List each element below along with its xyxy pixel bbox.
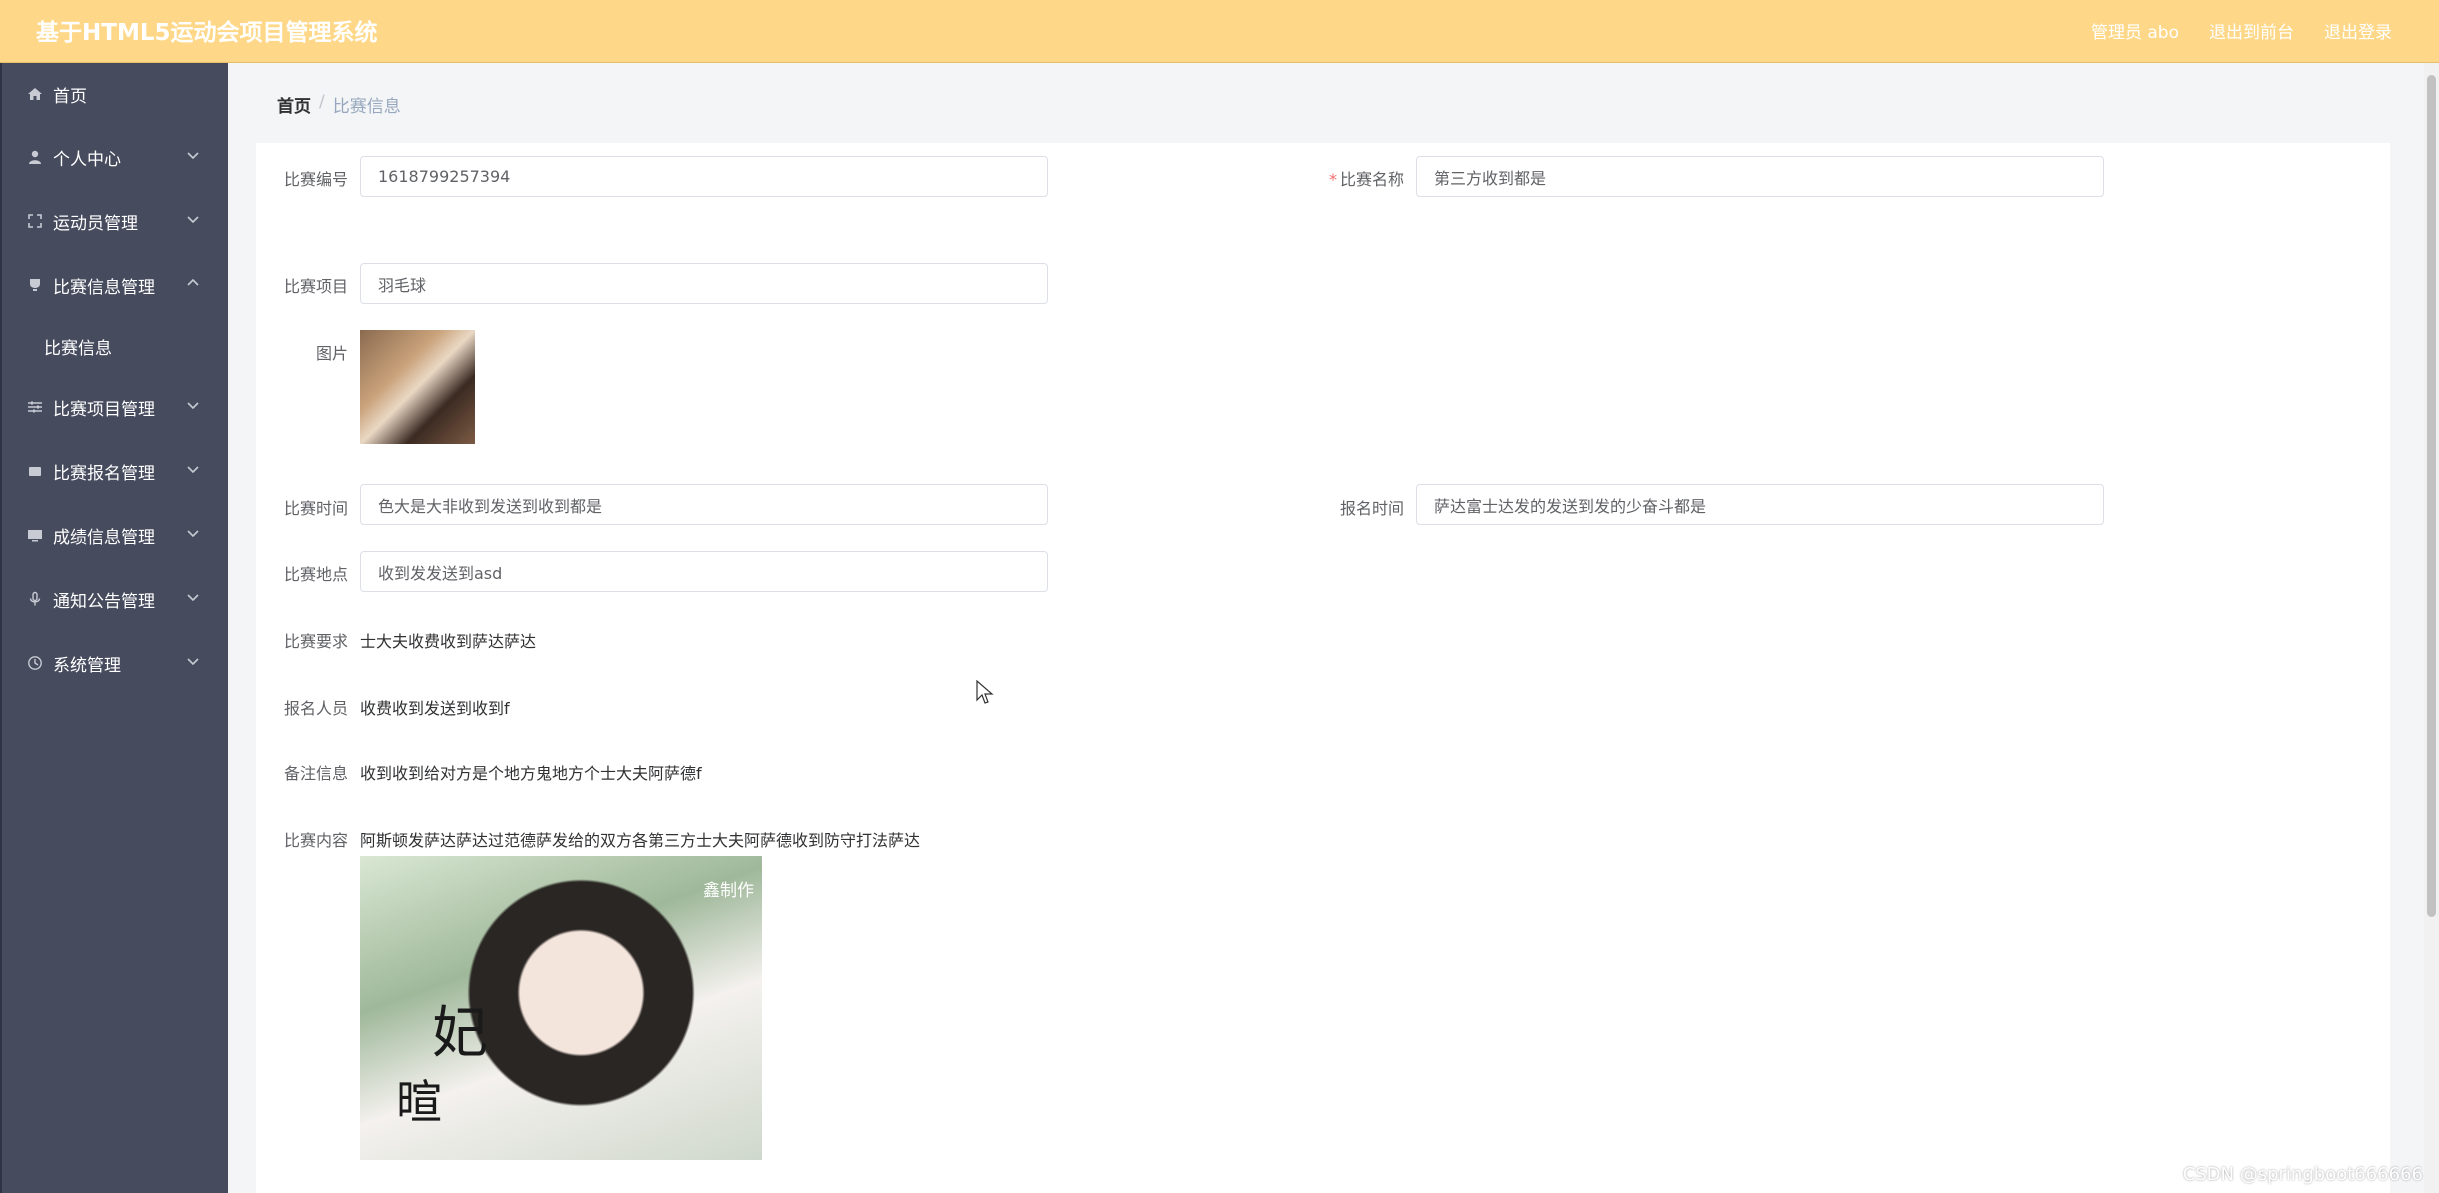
- sidebar: 首页 个人中心 运动员管理 比赛信息管理 比赛信息 比赛项目管理 比赛报名管理 …: [0, 63, 228, 1193]
- participants-value: 收费收到发送到收到f: [360, 699, 510, 718]
- mouse-cursor-icon: [976, 680, 994, 704]
- project-field[interactable]: 羽毛球: [360, 263, 1048, 304]
- match-photo[interactable]: [360, 330, 475, 444]
- sidebar-item-label: 运动员管理: [53, 213, 138, 234]
- user-icon: [26, 148, 44, 166]
- sidebar-item-label: 个人中心: [53, 149, 121, 170]
- signup-time-label: 报名时间: [1339, 499, 1404, 518]
- chevron-up-icon: [186, 275, 204, 293]
- top-links: 管理员 abo 退出到前台 退出登录: [2091, 18, 2392, 43]
- sidebar-subitem-label: 比赛信息: [44, 338, 112, 359]
- sidebar-item-label: 比赛报名管理: [53, 463, 155, 484]
- admin-name: 管理员 abo: [2090, 23, 2179, 43]
- sidebar-item-project-management[interactable]: 比赛项目管理: [2, 375, 228, 439]
- content-photo-mark: 鑫制作: [703, 881, 754, 901]
- logout-link[interactable]: 退出登录: [2324, 18, 2392, 43]
- breadcrumb-home[interactable]: 首页: [277, 92, 311, 117]
- breadcrumb-current: 比赛信息: [332, 97, 401, 117]
- fullscreen-icon: [26, 212, 44, 230]
- vertical-scrollbar[interactable]: [2424, 63, 2439, 1193]
- sidebar-item-match-info-management[interactable]: 比赛信息管理: [2, 253, 228, 317]
- scrollbar-thumb[interactable]: [2427, 75, 2436, 917]
- requirement-value: 士大夫收费收到萨达萨达: [360, 632, 537, 651]
- sidebar-subitem-match-info[interactable]: 比赛信息: [2, 317, 228, 375]
- location-field[interactable]: 收到发发送到asd: [360, 551, 1048, 592]
- match-time-label: 比赛时间: [283, 499, 348, 518]
- chevron-down-icon: [186, 397, 204, 415]
- sidebar-item-label: 比赛信息管理: [53, 277, 155, 298]
- breadcrumb-separator: /: [319, 92, 325, 112]
- home-icon: [26, 85, 44, 103]
- required-mark: *: [1328, 170, 1337, 189]
- match-name-field[interactable]: 第三方收到都是: [1416, 156, 2104, 197]
- sidebar-item-signup-management[interactable]: 比赛报名管理: [2, 439, 228, 503]
- clock-icon: [26, 654, 44, 672]
- content-photo-caption-1: 妃: [432, 1001, 488, 1066]
- image-label: 图片: [315, 344, 348, 363]
- back-to-front-link[interactable]: 退出到前台: [2209, 18, 2294, 43]
- project-label: 比赛项目: [283, 277, 348, 296]
- watermark: CSDN @springboot666666: [2182, 1164, 2423, 1185]
- trophy-icon: [26, 276, 44, 294]
- content-label: 比赛内容: [283, 831, 348, 850]
- sidebar-item-label: 首页: [53, 86, 87, 107]
- match-name-label: * 比赛名称: [1300, 166, 1404, 190]
- match-no-label: 比赛编号: [283, 170, 348, 189]
- match-time-field[interactable]: 色大是大非收到发送到收到都是: [360, 484, 1048, 525]
- sidebar-item-score-management[interactable]: 成绩信息管理: [2, 503, 228, 567]
- chevron-down-icon: [186, 461, 204, 479]
- app-title: 基于HTML5运动会项目管理系统: [36, 20, 378, 46]
- tray-icon: [26, 462, 44, 480]
- sidebar-item-athletes[interactable]: 运动员管理: [2, 189, 228, 253]
- content-photo-caption-2: 暄: [396, 1075, 442, 1129]
- microphone-icon: [26, 590, 44, 608]
- sidebar-item-notice-management[interactable]: 通知公告管理: [2, 567, 228, 631]
- chevron-down-icon: [186, 525, 204, 543]
- sidebar-item-home[interactable]: 首页: [2, 63, 228, 125]
- sidebar-item-label: 系统管理: [53, 655, 121, 676]
- remark-label: 备注信息: [283, 764, 348, 783]
- sidebar-item-system-management[interactable]: 系统管理: [2, 631, 228, 695]
- chevron-down-icon: [186, 589, 204, 607]
- sidebar-item-label: 比赛项目管理: [53, 399, 155, 420]
- requirement-label: 比赛要求: [283, 632, 348, 651]
- sidebar-item-profile[interactable]: 个人中心: [2, 125, 228, 189]
- top-bar: 基于HTML5运动会项目管理系统 管理员 abo 退出到前台 退出登录: [0, 0, 2439, 63]
- match-name-label-text: 比赛名称: [1339, 170, 1404, 189]
- breadcrumb: 首页 / 比赛信息: [277, 92, 401, 117]
- match-no-field[interactable]: 1618799257394: [360, 156, 1048, 197]
- content-value: 阿斯顿发萨达萨达过范德萨发给的双方各第三方士大夫阿萨德收到防守打法萨达: [360, 831, 921, 850]
- signup-time-field[interactable]: 萨达富士达发的发送到发的少奋斗都是: [1416, 484, 2104, 525]
- sidebar-item-label: 通知公告管理: [53, 591, 155, 612]
- location-label: 比赛地点: [283, 565, 348, 584]
- participants-label: 报名人员: [283, 699, 348, 718]
- content-photo: 鑫制作 妃 暄: [360, 856, 762, 1160]
- sliders-icon: [26, 398, 44, 416]
- chevron-down-icon: [186, 147, 204, 165]
- chevron-down-icon: [186, 211, 204, 229]
- monitor-icon: [26, 526, 44, 544]
- remark-value: 收到收到给对方是个地方鬼地方个士大夫阿萨德f: [360, 764, 702, 783]
- chevron-down-icon: [186, 653, 204, 671]
- sidebar-item-label: 成绩信息管理: [53, 527, 155, 548]
